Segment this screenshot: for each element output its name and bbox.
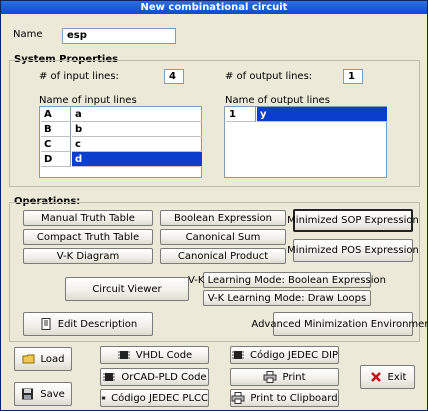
manual-truth-table-button[interactable]: Manual Truth Table [23, 210, 153, 226]
input-line-key: C [41, 137, 71, 152]
name-label: Name [13, 29, 43, 40]
name-field[interactable]: esp [62, 28, 176, 44]
input-count-field[interactable]: 4 [164, 69, 184, 84]
floppy-disk-icon [22, 388, 34, 400]
input-line-row[interactable]: A a [41, 107, 202, 122]
print-label: Print [282, 371, 306, 383]
canonical-sum-button[interactable]: Canonical Sum [160, 229, 286, 245]
save-button[interactable]: Save [14, 382, 72, 406]
boolean-expression-button[interactable]: Boolean Expression [160, 210, 286, 226]
input-lines-table[interactable]: A a B b C c D d [39, 106, 202, 178]
output-lines-table[interactable]: 1 y [224, 106, 387, 178]
window: New combinational circuit Name esp Syste… [0, 0, 428, 411]
folder-icon [22, 354, 34, 364]
compact-truth-table-button[interactable]: Compact Truth Table [23, 229, 153, 245]
input-line-name[interactable]: c [72, 137, 202, 152]
chip-icon [117, 351, 130, 359]
jedec-dip-button[interactable]: Código JEDEC DIP [230, 346, 339, 364]
input-count-label: # of input lines: [39, 71, 119, 82]
orcad-pld-code-button[interactable]: OrCAD-PLD Code [100, 368, 209, 386]
input-line-key: D [41, 152, 71, 167]
vk-learning-loops-button[interactable]: V-K Learning Mode: Draw Loops [203, 290, 371, 306]
input-line-row-selected[interactable]: D d [41, 152, 202, 167]
input-line-row[interactable]: B b [41, 122, 202, 137]
input-line-row[interactable]: C c [41, 137, 202, 152]
input-line-name[interactable]: a [72, 107, 202, 122]
output-line-name[interactable]: y [257, 107, 387, 122]
exit-label: Exit [387, 371, 407, 383]
vhdl-code-label: VHDL Code [135, 349, 193, 361]
output-count-label: # of output lines: [225, 71, 313, 82]
load-label: Load [40, 353, 65, 365]
chip-icon [103, 373, 116, 381]
vhdl-code-button[interactable]: VHDL Code [100, 346, 209, 364]
document-icon [41, 318, 51, 330]
edit-description-button[interactable]: Edit Description [23, 312, 153, 336]
minimized-sop-button[interactable]: Minimized SOP Expression [287, 209, 419, 232]
circuit-viewer-button[interactable]: Circuit Viewer [65, 277, 189, 301]
input-line-name[interactable]: d [72, 152, 202, 167]
vk-diagram-button[interactable]: V-K Diagram [23, 248, 153, 264]
print-to-clipboard-label: Print to Clipboard [250, 392, 338, 404]
load-button[interactable]: Load [14, 347, 72, 371]
input-line-name[interactable]: b [72, 122, 202, 137]
output-count-field[interactable]: 1 [343, 69, 363, 84]
printer-icon [263, 371, 277, 383]
output-names-label: Name of output lines [225, 95, 330, 106]
input-line-key: A [41, 107, 71, 122]
orcad-pld-code-label: OrCAD-PLD Code [121, 371, 207, 383]
jedec-dip-label: Código JEDEC DIP [250, 349, 338, 361]
chip-icon [232, 351, 244, 359]
vk-learning-boolean-button[interactable]: V-K Learning Mode: Boolean Expression [188, 272, 386, 288]
jedec-plcc-label: Código JEDEC PLCC [111, 392, 208, 404]
exit-button[interactable]: Exit [360, 365, 415, 389]
save-label: Save [40, 388, 65, 400]
input-line-key: B [41, 122, 71, 137]
print-to-clipboard-button[interactable]: Print to Clipboard [230, 389, 339, 407]
minimized-pos-button[interactable]: Minimized POS Expression [287, 239, 419, 262]
printer-icon [231, 392, 245, 404]
output-line-row-selected[interactable]: 1 y [226, 107, 387, 122]
input-names-label: Name of input lines [39, 95, 137, 106]
canonical-product-button[interactable]: Canonical Product [160, 248, 286, 264]
output-line-key: 1 [226, 107, 256, 122]
window-title: New combinational circuit [1, 1, 427, 14]
jedec-plcc-button[interactable]: Código JEDEC PLCC [100, 389, 209, 407]
chip-icon [101, 396, 106, 400]
advanced-minimization-button[interactable]: Advanced Minimization Environment [251, 312, 428, 336]
print-button[interactable]: Print [230, 368, 339, 386]
edit-description-label: Edit Description [57, 318, 138, 330]
close-icon [370, 372, 381, 382]
